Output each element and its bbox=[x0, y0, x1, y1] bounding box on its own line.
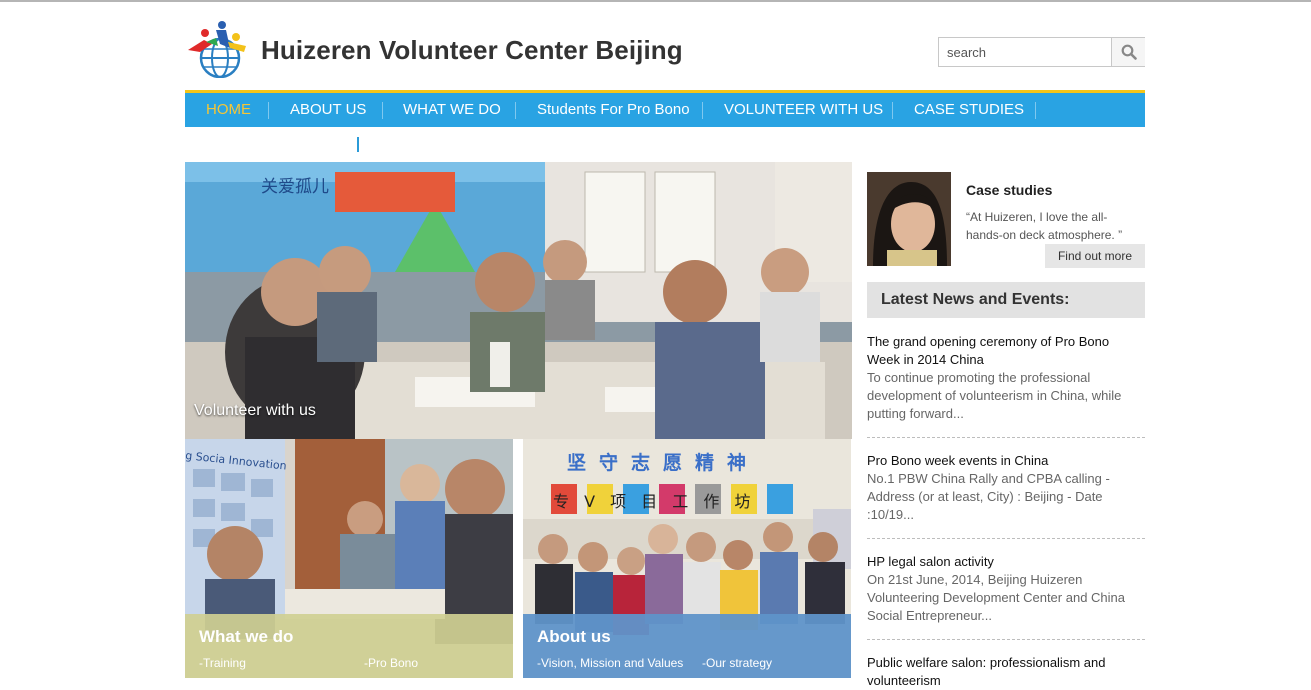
main-nav: HOME ABOUT US WHAT WE DO Students For Pr… bbox=[185, 90, 1145, 127]
case-studies-quote: “At Huizeren, I love the all-hands-on de… bbox=[966, 210, 1123, 242]
nav-item-case-studies[interactable]: CASE STUDIES bbox=[914, 93, 1024, 127]
news-item-excerpt: On 21st June, 2014, Beijing Huizeren Vol… bbox=[867, 572, 1126, 623]
nav-item-volunteer-with-us[interactable]: VOLUNTEER WITH US bbox=[724, 93, 883, 127]
news-item: Public welfare salon: professionalism an… bbox=[867, 654, 1145, 690]
nav-separator bbox=[702, 102, 703, 119]
text-cursor bbox=[357, 137, 359, 152]
nav-item-about-us[interactable]: ABOUT US bbox=[290, 93, 366, 127]
search-box bbox=[938, 37, 1145, 67]
hero-caption[interactable]: Volunteer with us bbox=[194, 402, 316, 420]
find-out-more-button[interactable]: Find out more bbox=[1045, 244, 1145, 268]
our-strategy-link[interactable]: -Our strategy bbox=[702, 656, 772, 670]
training-link[interactable]: -Training bbox=[199, 656, 246, 670]
news-item-title[interactable]: The grand opening ceremony of Pro Bono W… bbox=[867, 333, 1145, 369]
nav-separator bbox=[892, 102, 893, 119]
about-us-title[interactable]: About us bbox=[537, 627, 611, 647]
hero-banner-text: 关爱孤儿 bbox=[261, 177, 329, 197]
news-header: Latest News and Events: bbox=[867, 282, 1145, 318]
news-item: HP legal salon activity On 21st June, 20… bbox=[867, 553, 1145, 625]
news-item-excerpt: No.1 PBW China Rally and CPBA calling - … bbox=[867, 471, 1110, 522]
news-item: Pro Bono week events in China No.1 PBW C… bbox=[867, 452, 1145, 524]
nav-separator bbox=[515, 102, 516, 119]
about-us-banner-bottom: 专 V 项 目 工 作 坊 bbox=[553, 492, 755, 511]
case-studies-title: Case studies bbox=[966, 182, 1053, 198]
nav-item-what-we-do[interactable]: WHAT WE DO bbox=[403, 93, 501, 127]
hero-photo: 关爱孤儿 bbox=[185, 162, 852, 439]
about-us-overlay: About us -Vision, Mission and Values -Ou… bbox=[523, 614, 851, 678]
search-button[interactable] bbox=[1111, 38, 1145, 66]
browser-top-border bbox=[0, 0, 1311, 2]
about-us-banner-top: 坚守志愿精神 bbox=[567, 451, 759, 474]
nav-separator bbox=[382, 102, 383, 119]
news-divider bbox=[867, 639, 1145, 640]
news-divider bbox=[867, 437, 1145, 438]
news-divider bbox=[867, 538, 1145, 539]
nav-item-students-for-pro-bono[interactable]: Students For Pro Bono bbox=[537, 93, 690, 127]
site-logo[interactable] bbox=[186, 20, 248, 78]
about-us-tile[interactable]: 坚守志愿精神 专 V 项 目 工 作 坊 About us -Vision, M… bbox=[523, 439, 851, 678]
news-item-title[interactable]: HP legal salon activity bbox=[867, 553, 1145, 571]
what-we-do-overlay: What we do -Training -Pro Bono bbox=[185, 614, 513, 678]
news-item: The grand opening ceremony of Pro Bono W… bbox=[867, 333, 1145, 423]
search-input[interactable] bbox=[939, 38, 1103, 66]
case-study-photo[interactable] bbox=[867, 172, 951, 266]
nav-item-home[interactable]: HOME bbox=[206, 93, 251, 127]
hero-banner[interactable]: 关爱孤儿 Volunteer with us bbox=[185, 162, 852, 439]
nav-separator bbox=[1035, 102, 1036, 119]
news-item-excerpt: To continue promoting the professional d… bbox=[867, 370, 1122, 421]
vision-mission-link[interactable]: -Vision, Mission and Values bbox=[537, 656, 683, 670]
nav-separator bbox=[268, 102, 269, 119]
pro-bono-link[interactable]: -Pro Bono bbox=[364, 656, 418, 670]
what-we-do-title[interactable]: What we do bbox=[199, 627, 293, 647]
what-we-do-tile[interactable]: g Socia Innovation What we do -Training … bbox=[185, 439, 513, 678]
news-item-title[interactable]: Public welfare salon: professionalism an… bbox=[867, 654, 1145, 690]
news-item-title[interactable]: Pro Bono week events in China bbox=[867, 452, 1145, 470]
site-title[interactable]: Huizeren Volunteer Center Beijing bbox=[261, 35, 683, 66]
case-study-portrait bbox=[867, 172, 951, 266]
search-icon bbox=[1121, 44, 1137, 60]
